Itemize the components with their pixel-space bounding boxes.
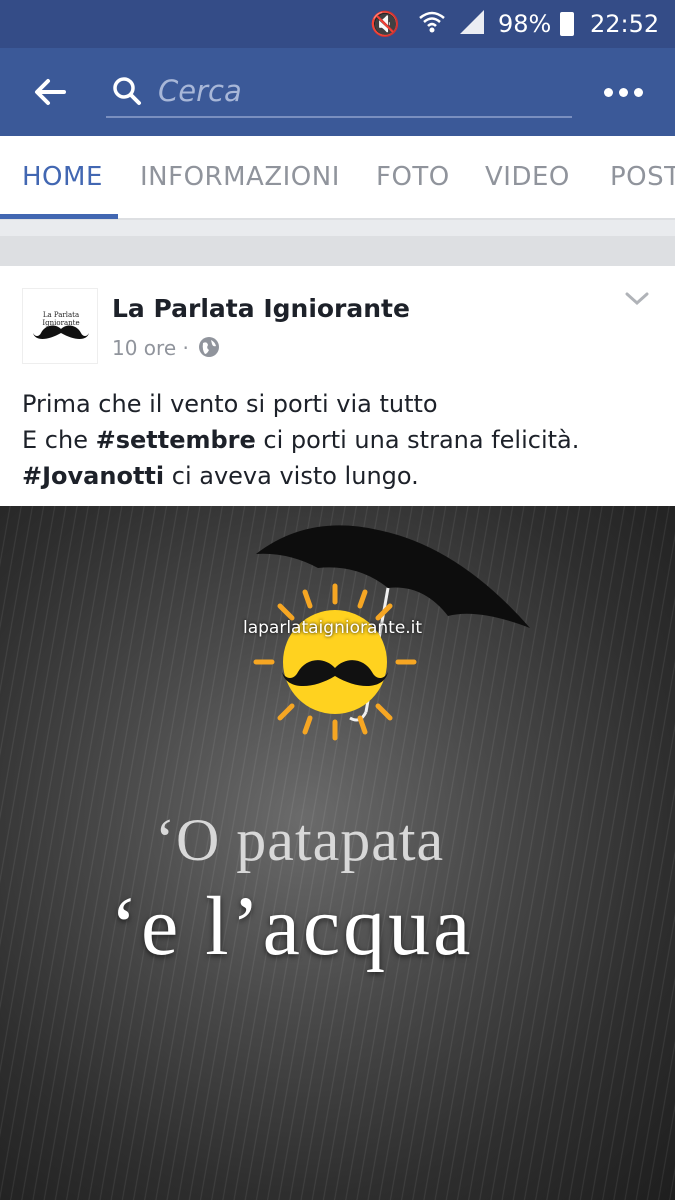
hashtag-jovanotti[interactable]: #Jovanotti [22, 462, 164, 490]
globe-icon [199, 337, 219, 357]
tab-home[interactable]: HOME [22, 162, 103, 192]
page-tabs: HOME INFORMAZIONI FOTO VIDEO POST [0, 136, 675, 220]
battery-level: 98% [498, 10, 552, 38]
clock: 22:52 [590, 10, 660, 38]
post-card: La Parlata Igniorante La Parlata Igniora… [0, 266, 675, 1200]
post-line-3-post: ci aveva visto lungo. [164, 462, 419, 490]
sun-logo-icon [253, 583, 417, 741]
mustache-icon [33, 325, 89, 339]
image-quote-line-2: ‘e l’acqua [110, 880, 474, 973]
search-icon [113, 77, 141, 105]
active-tab-indicator [0, 214, 118, 219]
back-arrow-icon[interactable] [30, 72, 74, 112]
hashtag-settembre[interactable]: #settembre [96, 426, 256, 454]
mute-icon: 🔇 [370, 10, 400, 38]
signal-icon [458, 8, 486, 40]
image-quote-line-1: ‘O patapata [155, 807, 445, 873]
page-name[interactable]: La Parlata Igniorante [112, 294, 410, 323]
post-timestamp[interactable]: 10 ore · [112, 336, 189, 360]
status-bar: 🔇 98% 22:52 [0, 0, 675, 48]
search-header: Cerca [0, 48, 675, 136]
post-image[interactable]: laparlataigniorante.it ‘O patapata ‘e l’… [0, 506, 675, 1200]
search-placeholder: Cerca [158, 74, 242, 108]
site-url-watermark: laparlataigniorante.it [243, 618, 423, 638]
tab-post[interactable]: POST [610, 162, 675, 192]
wifi-icon [418, 8, 446, 40]
post-line-2-pre: E che [22, 426, 96, 454]
post-text: Prima che il vento si porti via tutto E … [22, 386, 662, 494]
avatar[interactable]: La Parlata Igniorante [22, 288, 98, 364]
search-input[interactable]: Cerca [106, 66, 572, 118]
battery-icon [560, 12, 574, 36]
post-line-2: E che #settembre ci porti una strana fel… [22, 422, 662, 458]
tab-informazioni[interactable]: INFORMAZIONI [140, 162, 340, 192]
post-line-1: Prima che il vento si porti via tutto [22, 390, 438, 418]
more-options-icon[interactable] [602, 78, 646, 106]
post-line-3: #Jovanotti ci aveva visto lungo. [22, 458, 662, 494]
post-line-2-post: ci porti una strana felicità. [255, 426, 580, 454]
tab-foto[interactable]: FOTO [376, 162, 450, 192]
section-divider [0, 236, 675, 266]
chevron-down-icon[interactable] [624, 290, 650, 308]
tab-video[interactable]: VIDEO [485, 162, 570, 192]
